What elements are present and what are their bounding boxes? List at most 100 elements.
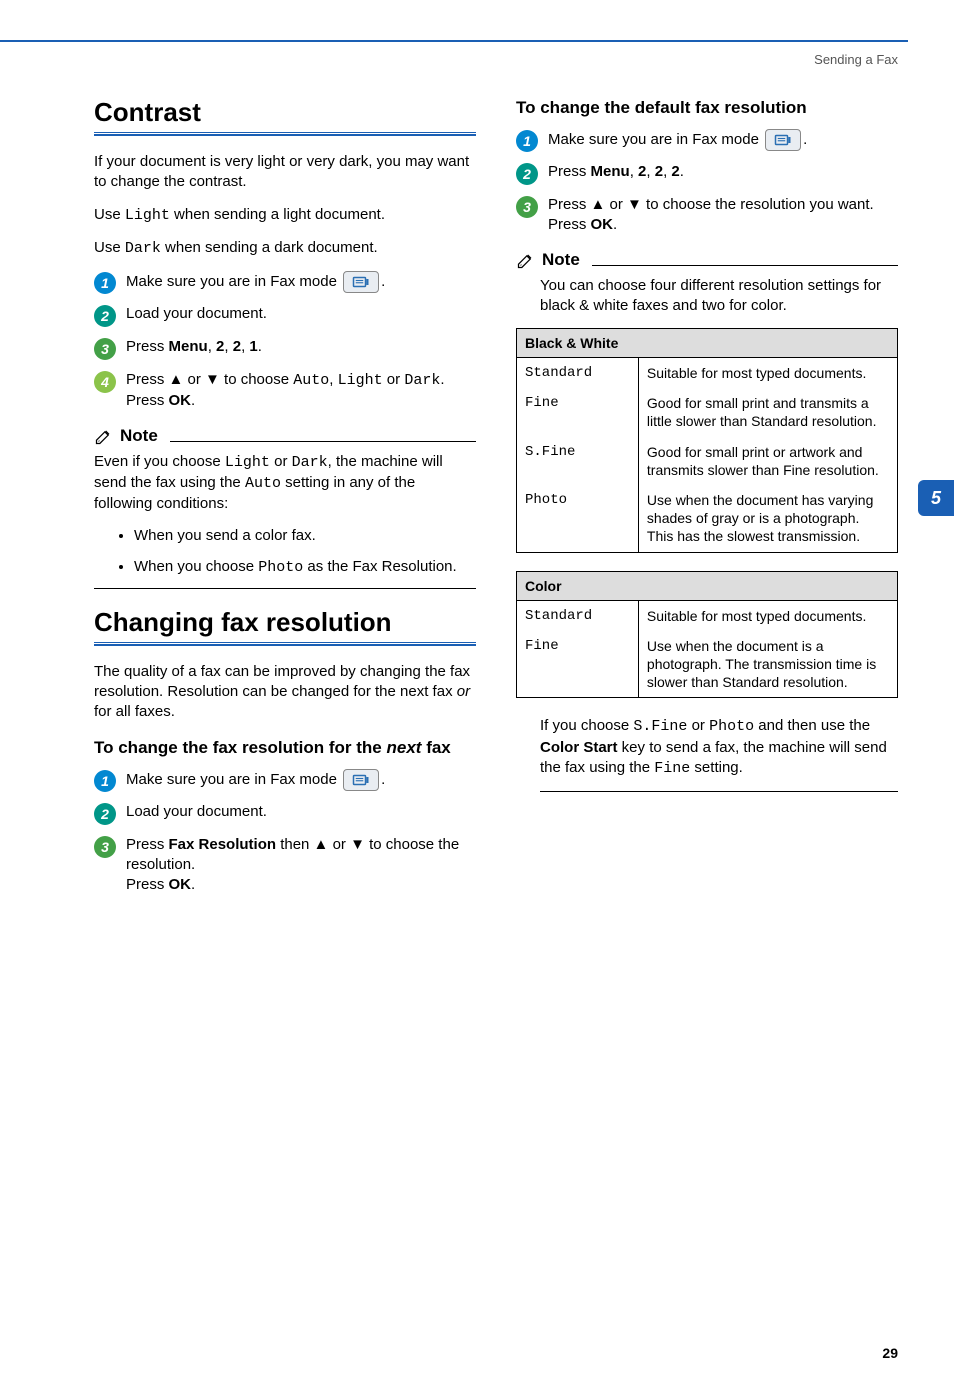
- right-column: To change the default fax resolution 1 M…: [516, 97, 898, 810]
- mono-text: Light: [125, 207, 170, 224]
- default-subheading: To change the default fax resolution: [516, 97, 898, 119]
- text: Make sure you are in Fax mode: [126, 771, 341, 788]
- note-end-rule: [540, 791, 898, 792]
- top-rule: [0, 40, 908, 42]
- next-step-1: 1 Make sure you are in Fax mode .: [94, 769, 476, 792]
- text: ,: [329, 371, 337, 388]
- page-number: 29: [882, 1345, 898, 1361]
- mono-text: Light: [338, 372, 383, 389]
- color-table: Color StandardSuitable for most typed do…: [516, 571, 898, 699]
- text: To change the fax resolution for the: [94, 738, 387, 757]
- bold-text: 1: [249, 338, 257, 355]
- left-column: Contrast If your document is very light …: [94, 97, 476, 905]
- text: Make sure you are in Fax mode: [548, 131, 763, 148]
- text: .: [803, 131, 807, 148]
- note-body: Even if you choose Light or Dark, the ma…: [94, 452, 476, 515]
- mono-text: Auto: [293, 372, 329, 389]
- step-number-icon: 3: [516, 196, 538, 218]
- bold-text: OK: [169, 876, 192, 893]
- step-body: Make sure you are in Fax mode .: [548, 129, 898, 151]
- text: When you choose: [134, 558, 258, 575]
- step-number-icon: 2: [516, 163, 538, 185]
- fax-mode-icon: [765, 129, 801, 151]
- contrast-step-4: 4 Press ▲ or ▼ to choose Auto, Light or …: [94, 370, 476, 412]
- table-row: StandardSuitable for most typed document…: [517, 600, 898, 631]
- section-rule: [94, 132, 476, 136]
- text: or: [270, 453, 292, 470]
- table-cell-key: S.Fine: [517, 437, 639, 485]
- section-rule: [94, 642, 476, 646]
- note-heading: Note: [94, 426, 476, 446]
- contrast-heading: Contrast: [94, 97, 476, 128]
- mono-text: Photo: [709, 718, 754, 735]
- table-cell-val: Good for small print or artwork and tran…: [638, 437, 897, 485]
- table-cell-val: Use when the document has varying shades…: [638, 485, 897, 552]
- text: .: [381, 771, 385, 788]
- bw-table: Black & White StandardSuitable for most …: [516, 328, 898, 553]
- fax-mode-icon: [343, 271, 379, 293]
- breadcrumb: Sending a Fax: [0, 52, 898, 67]
- changing-heading: Changing fax resolution: [94, 607, 476, 638]
- text: Press: [126, 836, 169, 853]
- text: Press: [548, 163, 591, 180]
- text: when sending a dark document.: [161, 239, 378, 256]
- step-number-icon: 2: [94, 803, 116, 825]
- note-icon: [516, 250, 536, 270]
- bold-text: 2: [233, 338, 241, 355]
- next-step-3: 3 Press Fax Resolution then ▲ or ▼ to ch…: [94, 835, 476, 896]
- bold-text: Menu: [169, 338, 208, 355]
- note-label: Note: [120, 426, 158, 446]
- step-body: Press Menu, 2, 2, 2.: [548, 162, 898, 182]
- note-bullets: When you send a color fax. When you choo…: [134, 526, 476, 578]
- step-number-icon: 1: [94, 272, 116, 294]
- step-number-icon: 1: [94, 770, 116, 792]
- mono-text: Dark: [404, 372, 440, 389]
- step-body: Load your document.: [126, 802, 476, 822]
- next-fax-subheading: To change the fax resolution for the nex…: [94, 737, 476, 759]
- text: .: [613, 216, 617, 233]
- text: or: [383, 371, 405, 388]
- mono-text: Auto: [245, 475, 281, 492]
- bullet-item: When you choose Photo as the Fax Resolut…: [134, 557, 476, 578]
- text: Even if you choose: [94, 453, 225, 470]
- default-step-1: 1 Make sure you are in Fax mode .: [516, 129, 898, 152]
- text: ,: [208, 338, 216, 355]
- table-cell-val: Use when the document is a photograph. T…: [638, 631, 897, 698]
- color-footnote: If you choose S.Fine or Photo and then u…: [540, 716, 898, 779]
- text: .: [680, 163, 684, 180]
- text: Press: [548, 216, 591, 233]
- text: for all faxes.: [94, 703, 175, 720]
- step-body: Press ▲ or ▼ to choose Auto, Light or Da…: [126, 370, 476, 412]
- step-number-icon: 3: [94, 338, 116, 360]
- text: as the Fax Resolution.: [303, 558, 456, 575]
- step-body: Press Fax Resolution then ▲ or ▼ to choo…: [126, 835, 476, 896]
- use-light: Use Light when sending a light document.: [94, 205, 476, 226]
- text: .: [381, 273, 385, 290]
- default-step-3: 3 Press ▲ or ▼ to choose the resolution …: [516, 195, 898, 236]
- bold-text: OK: [591, 216, 614, 233]
- step-body: Press ▲ or ▼ to choose the resolution yo…: [548, 195, 898, 236]
- mono-text: Dark: [125, 240, 161, 257]
- text: when sending a light document.: [170, 206, 385, 223]
- step-number-icon: 1: [516, 130, 538, 152]
- step-number-icon: 3: [94, 836, 116, 858]
- note-rule: [170, 441, 476, 442]
- mono-text: Photo: [258, 559, 303, 576]
- contrast-step-1: 1 Make sure you are in Fax mode .: [94, 271, 476, 294]
- note-end-rule: [94, 588, 476, 589]
- mono-text: Dark: [292, 454, 328, 471]
- note-body: You can choose four different resolution…: [540, 276, 898, 317]
- table-cell-val: Good for small print and transmits a lit…: [638, 388, 897, 436]
- content-columns: Contrast If your document is very light …: [0, 67, 954, 905]
- table-row: StandardSuitable for most typed document…: [517, 358, 898, 389]
- text: .: [191, 392, 195, 409]
- text: ,: [630, 163, 638, 180]
- note-icon: [94, 426, 114, 446]
- next-step-2: 2 Load your document.: [94, 802, 476, 825]
- text: ,: [224, 338, 232, 355]
- note-rule: [592, 265, 898, 266]
- text: Press ▲ or ▼ to choose the resolution yo…: [548, 196, 874, 213]
- contrast-intro: If your document is very light or very d…: [94, 152, 476, 193]
- bold-text: 2: [655, 163, 663, 180]
- table-cell-key: Photo: [517, 485, 639, 552]
